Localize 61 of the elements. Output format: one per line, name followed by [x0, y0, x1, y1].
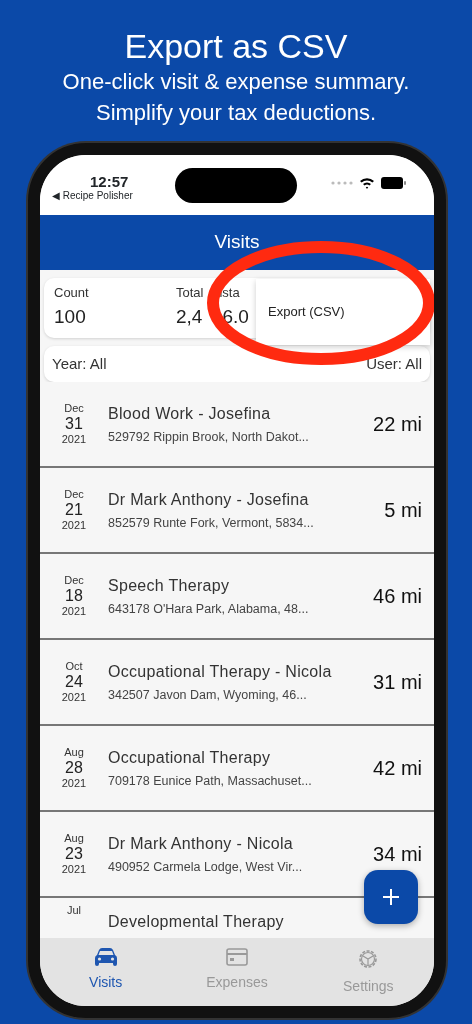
- visit-title: Dr Mark Anthony - Nicola: [108, 833, 295, 854]
- date-year: 2021: [60, 863, 88, 876]
- visit-address: 852579 Runte Fork, Vermont, 5834...: [108, 514, 315, 532]
- summary-value: 100: [54, 305, 86, 327]
- visit-distance: 22 mi: [373, 412, 422, 437]
- summary-label: Count: [54, 285, 89, 300]
- date-year: 2021: [60, 605, 88, 618]
- date-day: 28: [50, 758, 98, 778]
- visit-title: Dr Mark Anthony - Josefina: [108, 489, 310, 510]
- headline-title: Export as CSV: [124, 26, 348, 66]
- visit-title: Speech Therapy: [108, 575, 231, 596]
- filter-dropdown[interactable]: User: All: [366, 352, 422, 376]
- header-title: Visits: [214, 230, 260, 255]
- date-month: Dec: [63, 402, 85, 415]
- date-month: Oct: [64, 660, 84, 673]
- date-day: 31: [50, 414, 98, 434]
- date-month: Dec: [63, 574, 85, 587]
- date-year: 2021: [60, 519, 88, 532]
- date-day: 24: [50, 672, 98, 692]
- visit-title: Occupational Therapy: [108, 747, 272, 768]
- date-year: 2021: [60, 691, 88, 704]
- card-icon: [226, 948, 248, 966]
- visit-address: 490952 Carmela Lodge, West Vir...: [108, 858, 304, 876]
- visit-address: 342507 Javon Dam, Wyoming, 46...: [108, 686, 308, 704]
- visit-address: 709178 Eunice Path, Massachuset...: [108, 772, 313, 790]
- car-icon: [94, 948, 117, 966]
- settings-icon: [357, 948, 380, 970]
- summary-value: 2,4: [176, 305, 203, 327]
- date-month: Aug: [63, 832, 85, 845]
- date-day: 21: [50, 500, 98, 520]
- date-year: 2021: [60, 433, 88, 446]
- visit-distance: 5 mi: [384, 498, 422, 523]
- signal-icon: [331, 181, 353, 185]
- wifi-icon: [359, 177, 375, 189]
- visit-address: 643178 O'Hara Park, Alabama, 48...: [108, 600, 310, 618]
- visit-distance: 31 mi: [373, 670, 422, 695]
- summary-value: 6.0: [222, 305, 249, 327]
- date-month: Jul: [65, 904, 83, 917]
- visit-title: Developmental Therapy: [108, 912, 285, 932]
- status-time: 12:57: [90, 172, 129, 191]
- tab-bar-item[interactable]: Visits: [40, 948, 172, 1006]
- back-to-app-link[interactable]: ◀ Recipe Polisher: [52, 188, 133, 203]
- battery-icon: [381, 177, 406, 189]
- visit-title: Blood Work - Josefina: [108, 403, 272, 424]
- date-year: 2021: [60, 777, 88, 790]
- menu-item[interactable]: Export (CSV): [268, 302, 345, 322]
- date-month: Dec: [63, 488, 85, 501]
- headline-subtitle: Simplify your tax deductions.: [96, 99, 376, 127]
- summary-label: Total: [176, 285, 204, 300]
- headline-subtitle: One-click visit & expense summary.: [62, 68, 410, 96]
- visit-title: Occupational Therapy - Nicola: [108, 661, 333, 682]
- visit-address: 529792 Rippin Brook, North Dakot...: [108, 428, 310, 446]
- date-month: Aug: [63, 746, 85, 759]
- date-day: 18: [50, 586, 98, 606]
- plus-icon: [382, 888, 400, 906]
- add-button[interactable]: [364, 870, 418, 924]
- date-day: 23: [50, 844, 98, 864]
- visit-distance: 34 mi: [373, 842, 422, 867]
- visit-distance: 46 mi: [373, 584, 422, 609]
- filter-dropdown[interactable]: Year: All: [52, 352, 107, 376]
- visit-distance: 42 mi: [373, 756, 422, 781]
